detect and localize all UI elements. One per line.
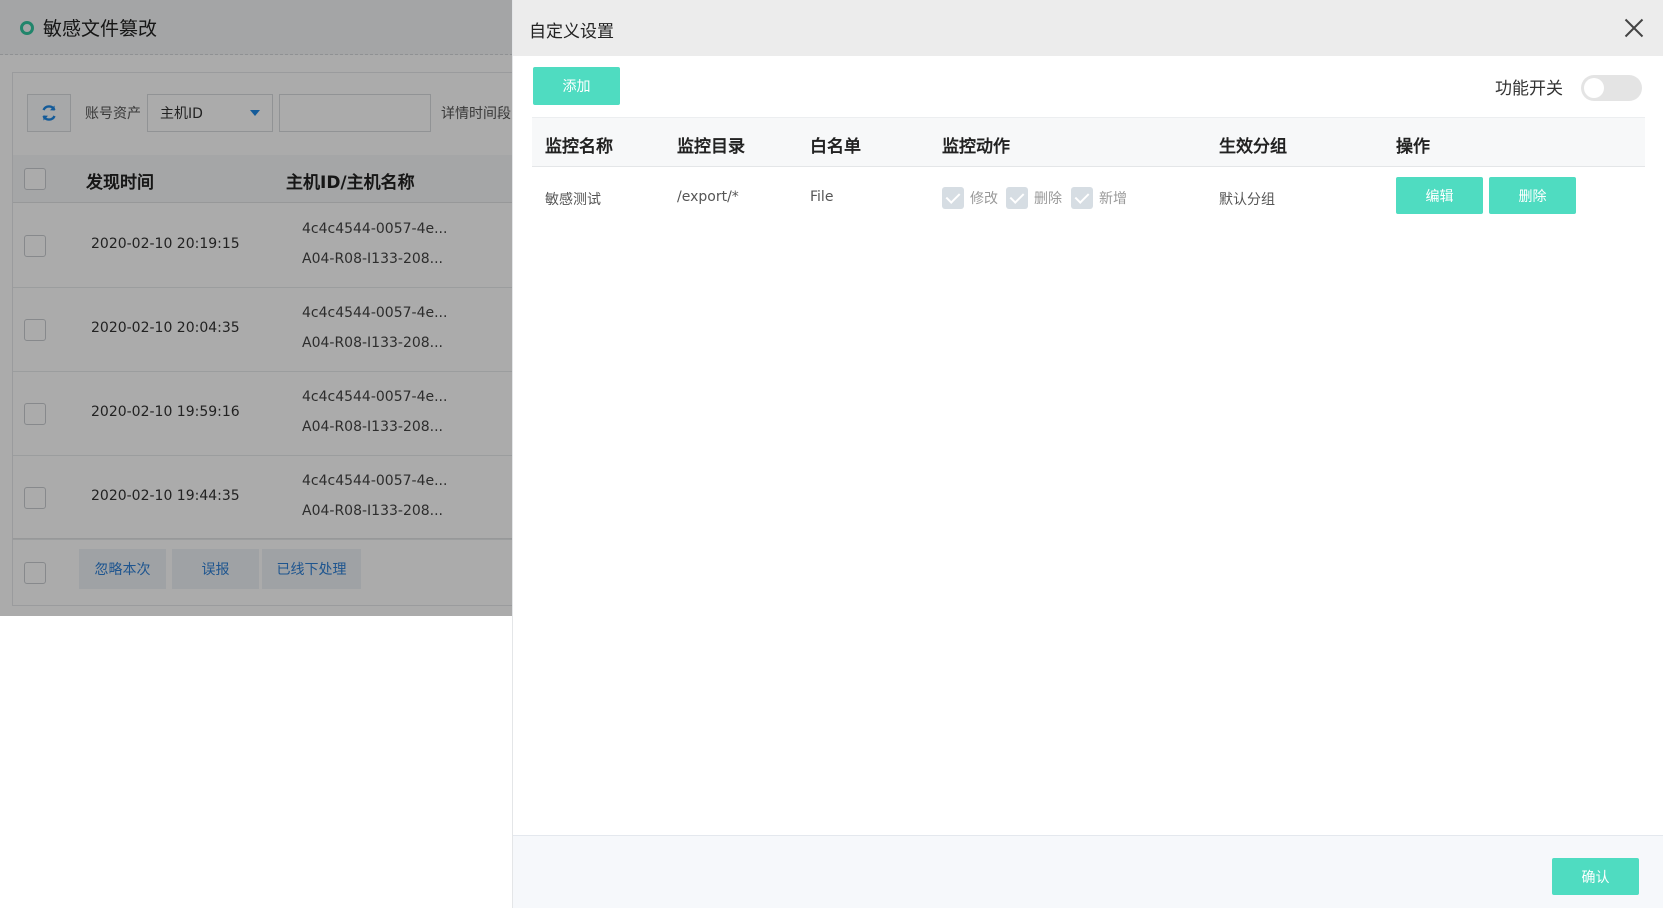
drawer-title: 自定义设置 — [529, 22, 614, 42]
column-header-directory: 监控目录 — [677, 137, 745, 157]
switch-knob — [1584, 78, 1604, 98]
column-header-operation: 操作 — [1396, 137, 1430, 157]
column-header-whitelist: 白名单 — [810, 137, 861, 157]
effective-group: 默认分组 — [1219, 192, 1275, 208]
edit-button[interactable]: 编辑 — [1396, 177, 1483, 214]
monitor-name: 敏感测试 — [545, 192, 601, 208]
table-row: 敏感测试 /export/* File 修改 删除 新增 默认分组 编辑 删除 — [532, 167, 1645, 231]
action-delete-label: 删除 — [1034, 191, 1062, 207]
monitor-table: 监控名称 监控目录 白名单 监控动作 生效分组 操作 敏感测试 /export/… — [532, 117, 1645, 231]
close-icon[interactable] — [1622, 16, 1646, 40]
column-header-group: 生效分组 — [1219, 137, 1287, 157]
action-add-label: 新增 — [1099, 191, 1127, 207]
checkbox-checked-icon — [1006, 187, 1028, 209]
delete-button[interactable]: 删除 — [1489, 177, 1576, 214]
action-add: 新增 — [1071, 187, 1127, 209]
monitor-table-header: 监控名称 监控目录 白名单 监控动作 生效分组 操作 — [532, 117, 1645, 167]
column-header-name: 监控名称 — [545, 137, 613, 157]
column-header-actions: 监控动作 — [942, 137, 1010, 157]
modal-overlay[interactable] — [0, 0, 512, 616]
monitor-directory: /export/* — [677, 189, 739, 205]
feature-switch-toggle[interactable] — [1581, 75, 1642, 101]
custom-settings-drawer: 自定义设置 添加 功能开关 监控名称 监控目录 白名单 监控动作 生效分组 操作… — [512, 0, 1663, 908]
action-delete: 删除 — [1006, 187, 1062, 209]
checkbox-checked-icon — [942, 187, 964, 209]
drawer-footer: 确认 — [513, 835, 1663, 908]
checkbox-checked-icon — [1071, 187, 1093, 209]
add-button[interactable]: 添加 — [533, 67, 620, 105]
monitor-whitelist: File — [810, 189, 834, 205]
action-modify: 修改 — [942, 187, 998, 209]
drawer-header: 自定义设置 — [513, 0, 1663, 56]
feature-switch-label: 功能开关 — [1495, 79, 1563, 99]
confirm-button[interactable]: 确认 — [1552, 858, 1639, 895]
action-modify-label: 修改 — [970, 191, 998, 207]
